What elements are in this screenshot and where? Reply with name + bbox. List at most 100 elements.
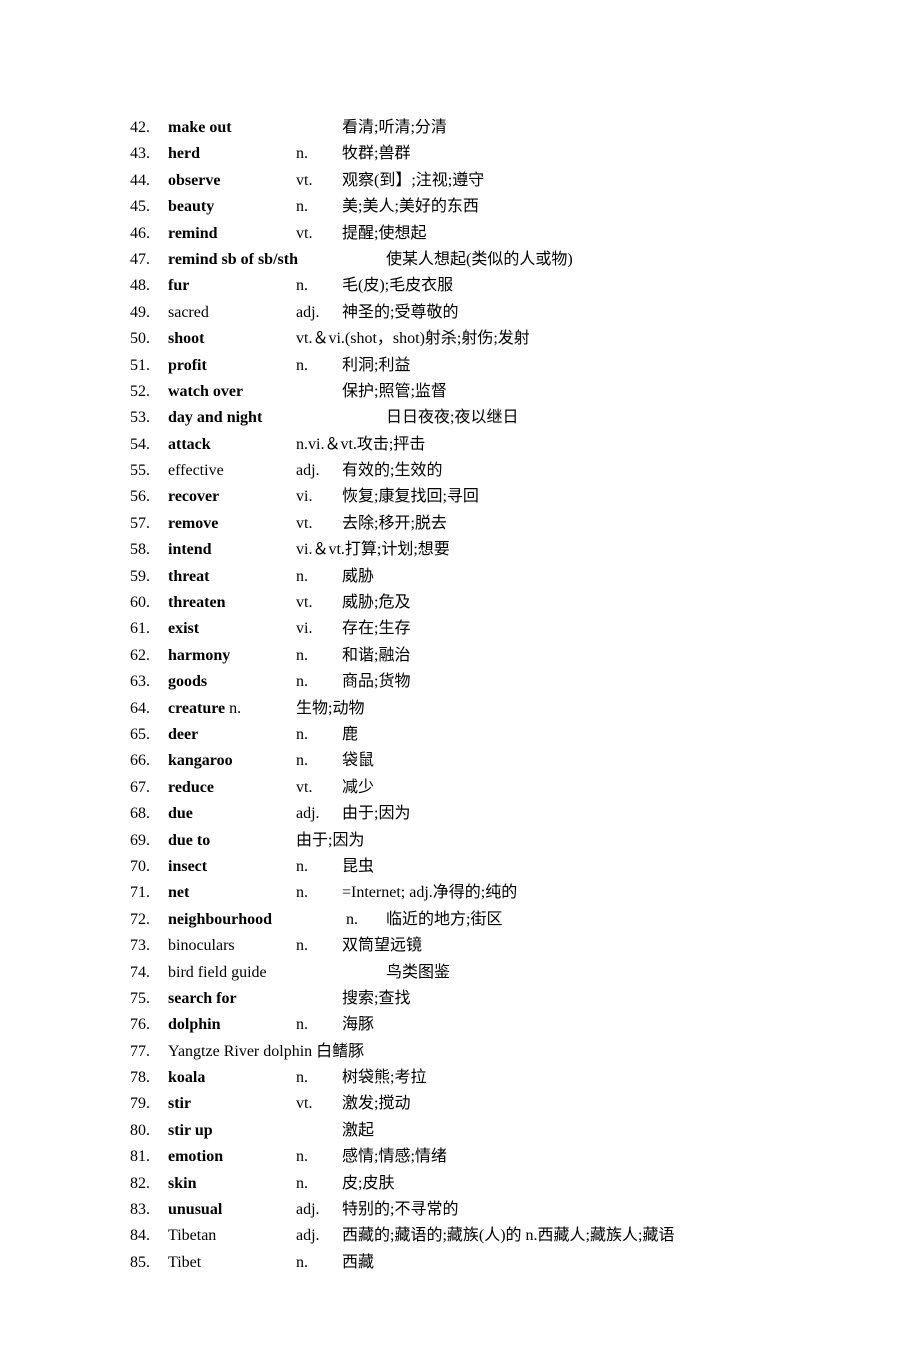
entry-definition: 由于;因为	[342, 801, 410, 827]
entry-word: beauty	[168, 194, 296, 220]
entry-pos: vt.	[296, 1091, 342, 1117]
entry-fullline: Yangtze River dolphin 白鳍豚	[168, 1039, 364, 1065]
entry-definition: 激发;搅动	[342, 1091, 410, 1117]
entry-definition: 西藏	[342, 1250, 374, 1276]
entry-number: 77.	[130, 1039, 168, 1065]
entry-definition: vt.＆vi.(shot，shot)射杀;射伤;发射	[296, 326, 530, 352]
entry-pos: n.	[296, 353, 342, 379]
entry-word: remove	[168, 511, 296, 537]
entry-definition: 保护;照管;监督	[342, 379, 447, 405]
entry-definition: 搜索;查找	[342, 986, 410, 1012]
entry-word: neighbourhood	[168, 907, 346, 933]
entry-definition: 袋鼠	[342, 748, 374, 774]
vocab-entry: 49.sacredadj.神圣的;受尊敬的	[130, 300, 860, 326]
entry-word: sacred	[168, 300, 296, 326]
entry-number: 78.	[130, 1065, 168, 1091]
vocab-entry: 77.Yangtze River dolphin 白鳍豚	[130, 1039, 860, 1065]
entry-definition: vi.＆vt.打算;计划;想要	[296, 537, 450, 563]
entry-word: unusual	[168, 1197, 296, 1223]
vocab-entry: 74.bird field guide鸟类图鉴	[130, 960, 860, 986]
entry-pos: n.	[296, 880, 342, 906]
entry-number: 65.	[130, 722, 168, 748]
entry-word: goods	[168, 669, 296, 695]
vocab-entry: 50.shootvt.＆vi.(shot，shot)射杀;射伤;发射	[130, 326, 860, 352]
entry-definition: 临近的地方;街区	[386, 907, 502, 933]
entry-definition: 双筒望远镜	[342, 933, 422, 959]
vocabulary-page: 42.make out看清;听清;分清43.herdn.牧群;兽群44.obse…	[0, 0, 920, 1356]
entry-number: 79.	[130, 1091, 168, 1117]
entry-word: observe	[168, 168, 296, 194]
entry-number: 42.	[130, 115, 168, 141]
entry-word: net	[168, 880, 296, 906]
entry-definition: 神圣的;受尊敬的	[342, 300, 458, 326]
entry-definition: 海豚	[342, 1012, 374, 1038]
entry-definition: 激起	[342, 1118, 374, 1144]
entry-word: remind sb of sb/sth	[168, 247, 346, 273]
entry-pos: n.	[296, 854, 342, 880]
vocab-entry: 67.reducevt.减少	[130, 775, 860, 801]
entry-word: reduce	[168, 775, 296, 801]
vocab-entry: 83.unusualadj.特别的;不寻常的	[130, 1197, 860, 1223]
entry-number: 60.	[130, 590, 168, 616]
vocab-entry: 66.kangaroon.袋鼠	[130, 748, 860, 774]
entry-number: 45.	[130, 194, 168, 220]
vocab-entry: 42.make out看清;听清;分清	[130, 115, 860, 141]
entry-pos: n.	[296, 273, 342, 299]
entry-word: watch over	[168, 379, 296, 405]
entry-pos: n.	[296, 1012, 342, 1038]
entry-number: 52.	[130, 379, 168, 405]
entry-number: 66.	[130, 748, 168, 774]
vocab-entry: 81.emotionn.感情;情感;情绪	[130, 1144, 860, 1170]
vocab-entry: 63.goodsn.商品;货物	[130, 669, 860, 695]
entry-pos: n.	[296, 1250, 342, 1276]
entry-word: Tibetan	[168, 1223, 296, 1249]
vocab-entry: 84.Tibetanadj.西藏的;藏语的;藏族(人)的 n.西藏人;藏族人;藏…	[130, 1223, 860, 1249]
entry-word: dolphin	[168, 1012, 296, 1038]
entry-pos: n.	[296, 669, 342, 695]
entry-number: 72.	[130, 907, 168, 933]
entry-number: 71.	[130, 880, 168, 906]
entry-word: remind	[168, 221, 296, 247]
entry-number: 81.	[130, 1144, 168, 1170]
entry-number: 84.	[130, 1223, 168, 1249]
entry-pos: n.	[296, 643, 342, 669]
entry-pos: n.	[296, 141, 342, 167]
entry-number: 80.	[130, 1118, 168, 1144]
entry-definition: 威胁	[342, 564, 374, 590]
entry-word: due to	[168, 828, 296, 854]
entry-number: 85.	[130, 1250, 168, 1276]
entry-pos: n.	[296, 1144, 342, 1170]
entry-pos: adj.	[296, 458, 342, 484]
entry-definition: =Internet; adj.净得的;纯的	[342, 880, 517, 906]
entry-pos: n.	[296, 194, 342, 220]
entry-word: stir up	[168, 1118, 296, 1144]
entry-word: bird field guide	[168, 960, 346, 986]
entry-number: 64.	[130, 696, 168, 722]
entry-number: 70.	[130, 854, 168, 880]
entry-pos: vi.	[296, 616, 342, 642]
vocab-entry: 65.deern.鹿	[130, 722, 860, 748]
vocab-entry: 57.removevt.去除;移开;脱去	[130, 511, 860, 537]
entry-word: threat	[168, 564, 296, 590]
entry-word: kangaroo	[168, 748, 296, 774]
entry-definition: 减少	[342, 775, 374, 801]
entry-pos: vt.	[296, 168, 342, 194]
entry-word: due	[168, 801, 296, 827]
entry-word: fur	[168, 273, 296, 299]
vocab-entry: 68.dueadj.由于;因为	[130, 801, 860, 827]
vocab-entry: 47.remind sb of sb/sth使某人想起(类似的人或物)	[130, 247, 860, 273]
entry-number: 63.	[130, 669, 168, 695]
entry-number: 59.	[130, 564, 168, 590]
entry-definition: 毛(皮);毛皮衣服	[342, 273, 453, 299]
entry-word: effective	[168, 458, 296, 484]
entry-number: 57.	[130, 511, 168, 537]
vocab-entry: 59.threatn.威胁	[130, 564, 860, 590]
vocab-entry: 80.stir up 激起	[130, 1118, 860, 1144]
entry-definition: 利洞;利益	[342, 353, 410, 379]
entry-definition: 存在;生存	[342, 616, 410, 642]
entry-number: 47.	[130, 247, 168, 273]
entry-word: recover	[168, 484, 296, 510]
vocab-entry: 85.Tibetn.西藏	[130, 1250, 860, 1276]
entry-word: make out	[168, 115, 296, 141]
entry-pos: vi.	[296, 484, 342, 510]
